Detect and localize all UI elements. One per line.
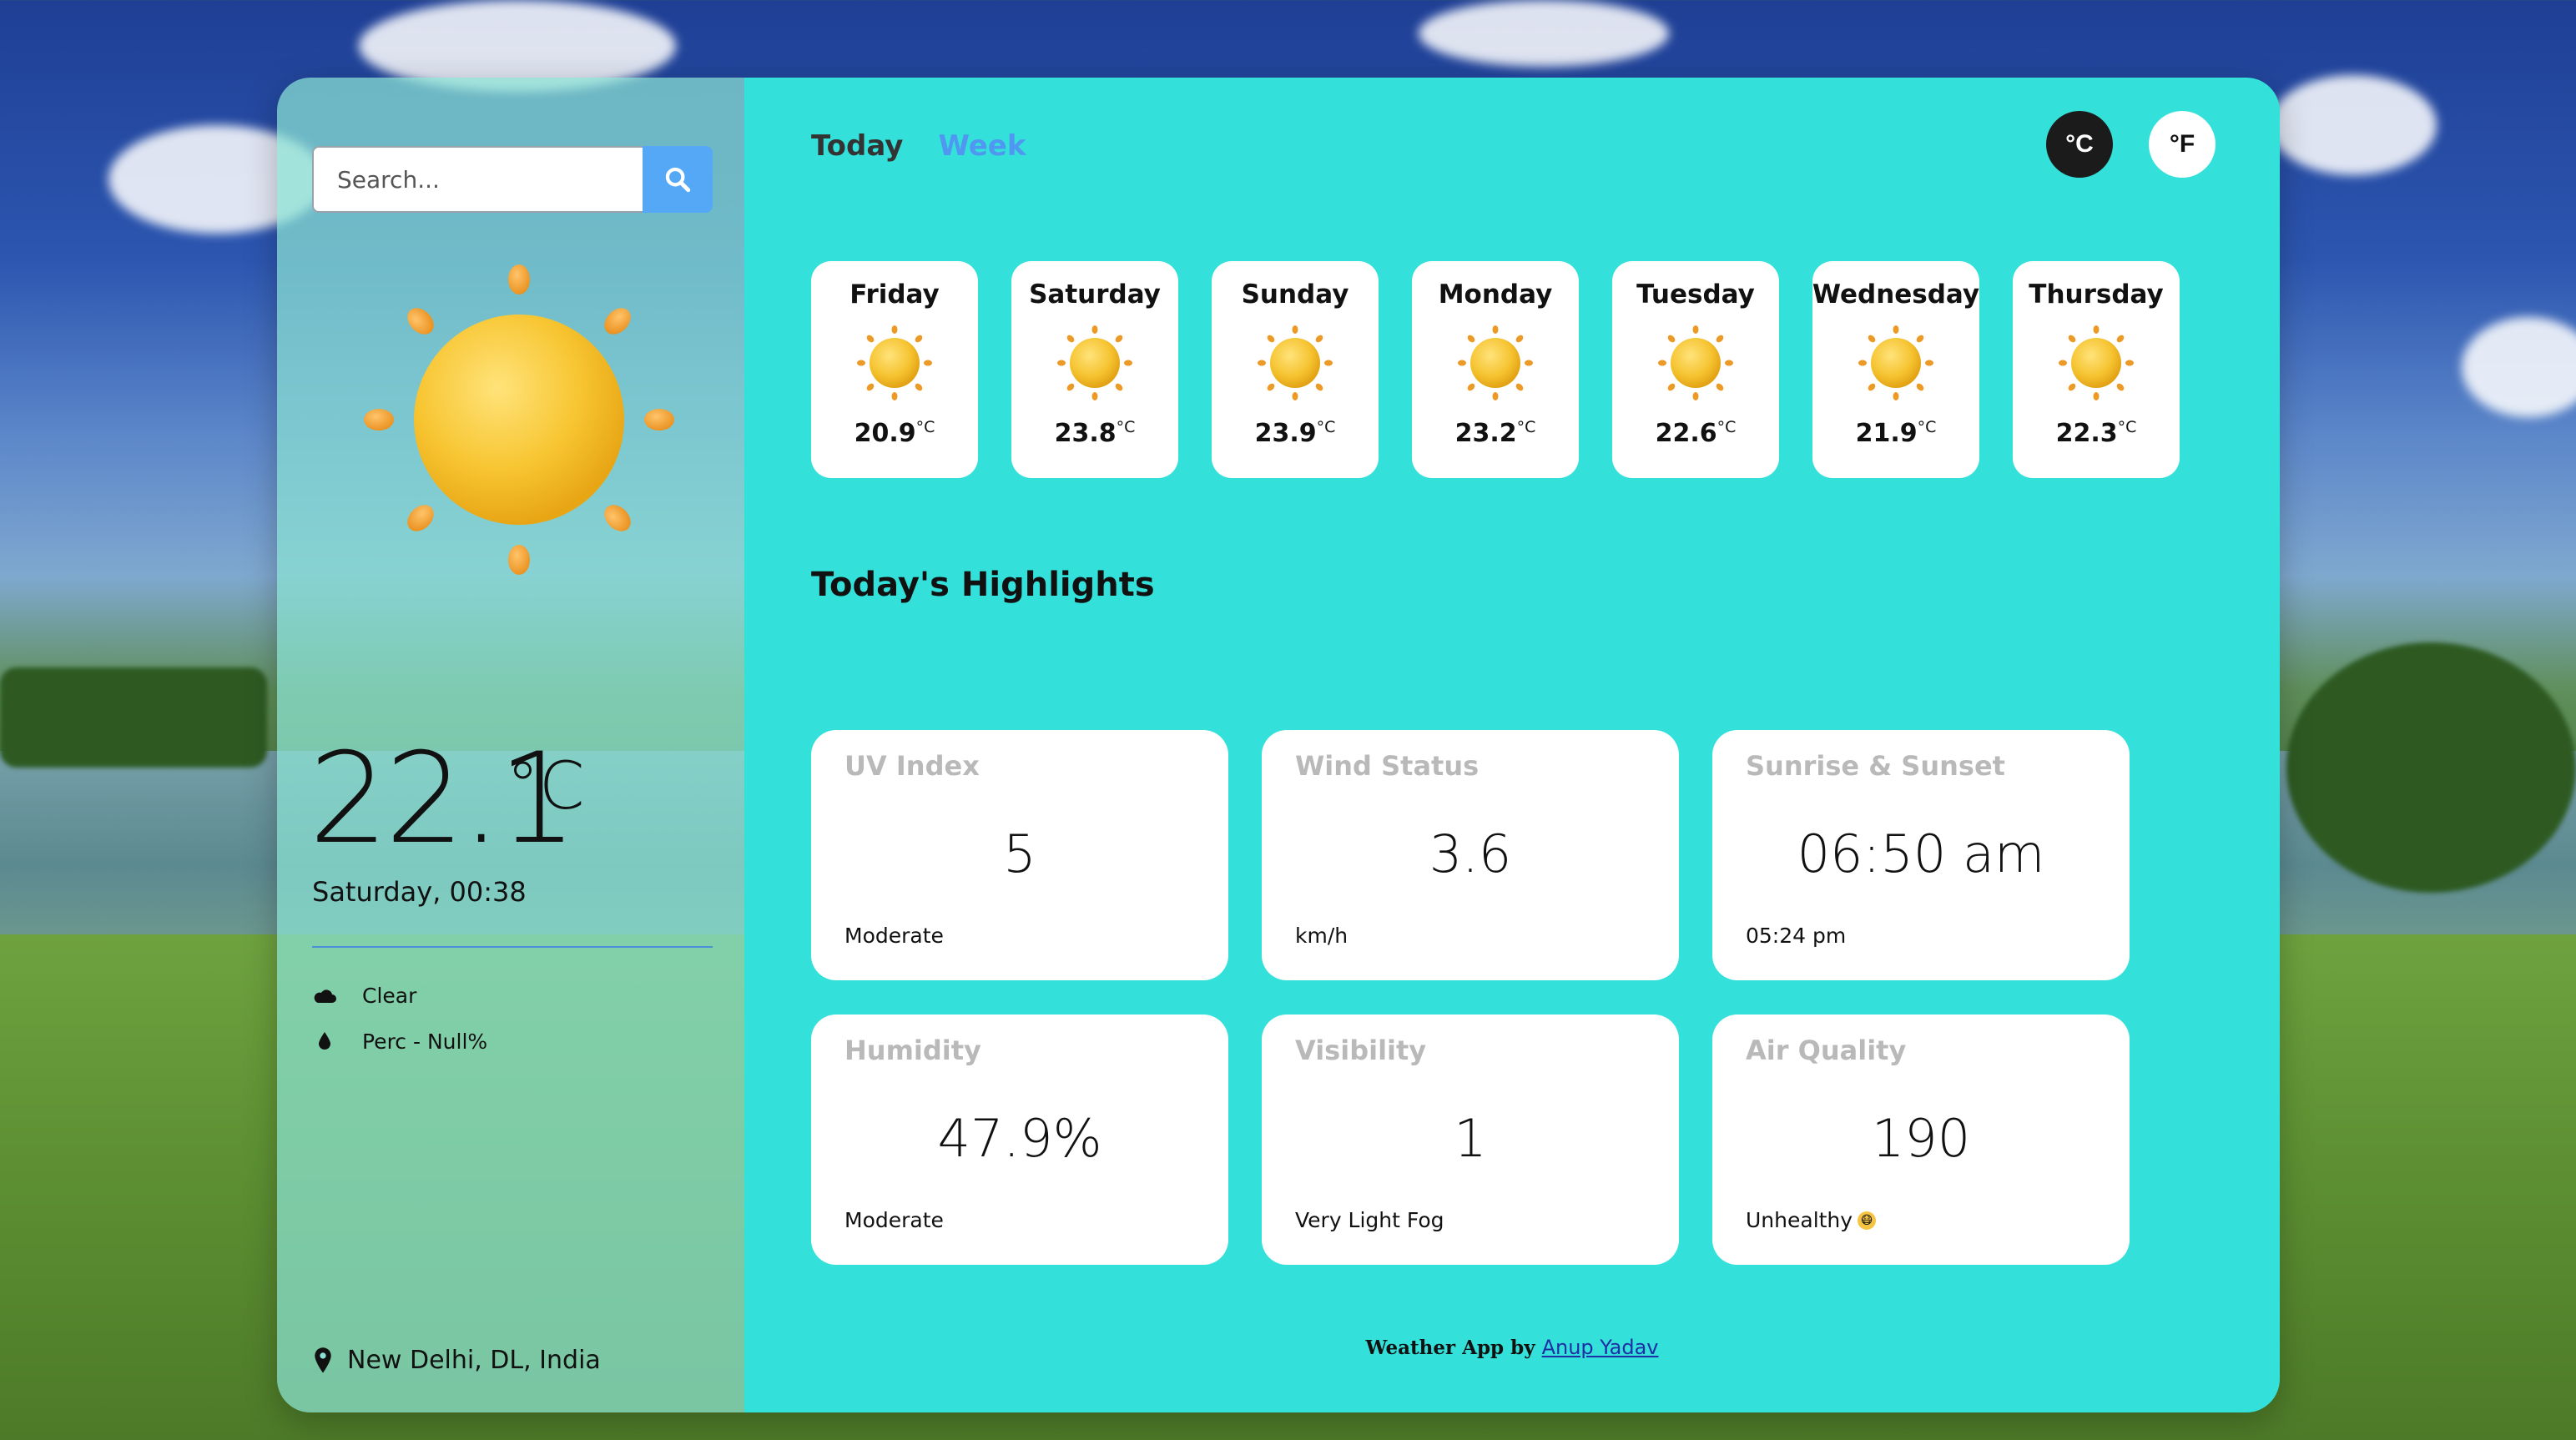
highlight-subtext: 05:24 pm <box>1746 924 1847 948</box>
forecast-day: Monday <box>1438 279 1553 310</box>
search-input[interactable] <box>312 146 643 213</box>
forecast-day: Friday <box>849 279 940 310</box>
highlight-card-humidity: Humidity 47.9% Moderate <box>811 1015 1228 1265</box>
tab-week[interactable]: Week <box>938 129 1026 163</box>
precipitation-text: Perc - Null% <box>362 1029 488 1054</box>
celsius-button[interactable]: °C <box>2046 111 2113 178</box>
forecast-temp: 22.6°C <box>1655 418 1737 448</box>
highlights-title: Today's Highlights <box>811 566 1155 604</box>
mask-face-icon: 😷 <box>1858 1211 1877 1230</box>
forecast-temp: 20.9°C <box>854 418 935 448</box>
highlight-card-wind-status: Wind Status 3.6 km/h <box>1262 730 1679 980</box>
forecast-day: Tuesday <box>1636 279 1755 310</box>
water-drop-icon <box>312 1029 337 1054</box>
highlight-card-uv-index: UV Index 5 Moderate <box>811 730 1228 980</box>
forecast-temp: 22.3°C <box>2055 418 2137 448</box>
highlight-title: Wind Status <box>1295 750 1480 782</box>
search-icon <box>665 167 691 193</box>
main-panel: Today Week °C °F Friday 20.9°C Saturday … <box>744 78 2280 1412</box>
sun-icon <box>1055 323 1135 403</box>
background-trees <box>2286 642 2576 893</box>
highlight-card-visibility: Visibility 1 Very Light Fog <box>1262 1015 1679 1265</box>
map-pin-icon <box>315 1347 331 1373</box>
highlight-subtext: km/h <box>1295 924 1348 948</box>
highlight-card-sunrise-sunset: Sunrise & Sunset 06:50 am 05:24 pm <box>1712 730 2130 980</box>
sun-icon <box>1255 323 1335 403</box>
highlight-title: Humidity <box>844 1035 981 1066</box>
background-cloud <box>2462 317 2576 417</box>
footer-text: Weather App by <box>1365 1337 1535 1359</box>
forecast-temp: 21.9°C <box>1855 418 1937 448</box>
forecast-card: Saturday 23.8°C <box>1011 261 1178 478</box>
weekly-forecast: Friday 20.9°C Saturday 23.8°C Sunday 23.… <box>811 261 2180 478</box>
location-text: New Delhi, DL, India <box>347 1346 601 1375</box>
forecast-day: Sunday <box>1241 279 1349 310</box>
highlight-value: 3.6 <box>1429 823 1512 884</box>
sun-icon <box>1856 323 1936 403</box>
location: New Delhi, DL, India <box>312 1346 601 1375</box>
fahrenheit-button[interactable]: °F <box>2149 111 2216 178</box>
author-link[interactable]: Anup Yadav <box>1542 1336 1659 1359</box>
forecast-card: Wednesday 21.9°C <box>1812 261 1979 478</box>
highlight-subtext: Moderate <box>844 1208 944 1232</box>
forecast-day: Thursday <box>2029 279 2164 310</box>
footer: Weather App by Anup Yadav <box>744 1336 2280 1359</box>
current-datetime: Saturday, 00:38 <box>312 876 527 908</box>
sun-icon <box>854 323 935 403</box>
sun-icon <box>1656 323 1736 403</box>
highlight-value: 5 <box>1003 823 1036 884</box>
highlight-card-air-quality: Air Quality 190 Unhealthy 😷 <box>1712 1015 2130 1265</box>
search-button[interactable] <box>643 146 713 213</box>
highlight-value: 1 <box>1454 1108 1487 1169</box>
highlight-title: UV Index <box>844 750 980 782</box>
current-temperature-unit: °C <box>507 749 585 824</box>
sun-icon <box>364 264 674 575</box>
forecast-card: Thursday 22.3°C <box>2013 261 2180 478</box>
view-tabs: Today Week <box>811 129 1026 163</box>
background-trees <box>0 667 267 768</box>
sun-icon <box>1455 323 1535 403</box>
condition-text: Clear <box>362 983 417 1008</box>
highlight-value: 06:50 am <box>1797 823 2045 884</box>
sidebar: 22.1 °C Saturday, 00:38 Clear Perc - Nul… <box>277 78 744 1412</box>
precipitation-row: Perc - Null% <box>312 1029 487 1054</box>
cloud-icon <box>312 983 337 1008</box>
weather-app: 22.1 °C Saturday, 00:38 Clear Perc - Nul… <box>277 78 2280 1412</box>
forecast-day: Wednesday <box>1812 279 1980 310</box>
highlight-subtext: Unhealthy 😷 <box>1746 1208 1877 1232</box>
highlights-grid: UV Index 5 Moderate Wind Status 3.6 km/h… <box>811 730 2130 1265</box>
sun-icon <box>2056 323 2136 403</box>
highlight-subtext: Moderate <box>844 924 944 948</box>
forecast-day: Saturday <box>1029 279 1161 310</box>
forecast-temp: 23.8°C <box>1054 418 1136 448</box>
condition-row: Clear <box>312 983 416 1008</box>
tab-today[interactable]: Today <box>811 129 903 163</box>
forecast-card: Monday 23.2°C <box>1412 261 1579 478</box>
divider <box>312 946 713 948</box>
search-box <box>312 146 713 213</box>
highlight-value: 190 <box>1871 1108 1971 1169</box>
highlight-title: Sunrise & Sunset <box>1746 750 2005 782</box>
forecast-temp: 23.2°C <box>1454 418 1536 448</box>
highlight-title: Air Quality <box>1746 1035 1907 1066</box>
highlight-subtext: Very Light Fog <box>1295 1208 1444 1232</box>
background-cloud <box>2270 75 2437 175</box>
forecast-card: Friday 20.9°C <box>811 261 978 478</box>
forecast-card: Sunday 23.9°C <box>1212 261 1379 478</box>
forecast-card: Tuesday 22.6°C <box>1612 261 1779 478</box>
highlight-value: 47.9% <box>937 1108 1102 1169</box>
forecast-temp: 23.9°C <box>1254 418 1336 448</box>
highlight-title: Visibility <box>1295 1035 1427 1066</box>
background-cloud <box>1419 0 1669 67</box>
